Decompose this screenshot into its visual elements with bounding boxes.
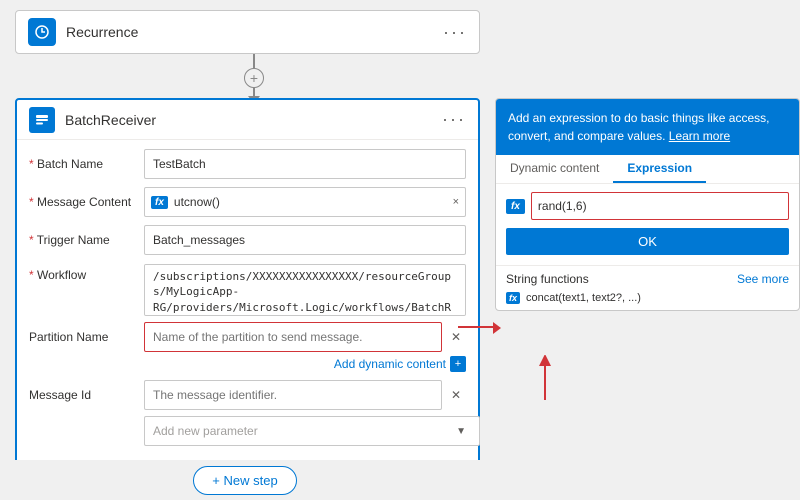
new-step-label: + New step: [212, 473, 277, 488]
arrow-head: [493, 322, 501, 334]
fx-value: utcnow(): [174, 195, 449, 209]
expression-panel-header: Add an expression to do basic things lik…: [496, 99, 799, 155]
expression-ok-button[interactable]: OK: [506, 228, 789, 255]
string-function-label[interactable]: concat(text1, text2?, ...): [526, 292, 641, 304]
add-dynamic-link[interactable]: Add dynamic content: [334, 357, 446, 371]
expression-header-text: Add an expression to do basic things lik…: [508, 111, 769, 143]
add-step-button[interactable]: +: [244, 68, 264, 88]
workflow-textarea[interactable]: /subscriptions/XXXXXXXXXXXXXXXX/resource…: [144, 264, 466, 316]
message-id-clear-button[interactable]: ✕: [446, 385, 466, 405]
partition-name-input[interactable]: [144, 322, 442, 352]
trigger-name-row: * Trigger Name: [29, 224, 466, 256]
message-content-label: * Message Content: [29, 195, 144, 209]
connector-line-bottom: [253, 88, 255, 96]
message-id-label: Message Id: [29, 388, 144, 402]
connector-line-top: [253, 54, 255, 68]
expression-panel: Add an expression to do basic things lik…: [495, 98, 800, 311]
partition-name-row: Partition Name ✕: [29, 322, 466, 352]
expression-fx-badge: fx: [506, 199, 525, 214]
add-dynamic-icon[interactable]: +: [450, 356, 466, 372]
recurrence-block: Recurrence ···: [15, 10, 480, 54]
recurrence-icon: [28, 18, 56, 46]
new-step-area: + New step: [0, 460, 490, 500]
partition-name-label: Partition Name: [29, 330, 144, 344]
message-id-row: Message Id ✕: [29, 380, 466, 410]
string-functions-more[interactable]: See more: [737, 272, 789, 286]
expression-input-row: fx: [496, 184, 799, 228]
tab-expression[interactable]: Expression: [613, 155, 706, 183]
workflow-row: * Workflow /subscriptions/XXXXXXXXXXXXXX…: [29, 262, 466, 316]
batch-name-row: * Batch Name: [29, 148, 466, 180]
string-functions-title: String functions: [506, 272, 589, 286]
batch-name-label: * Batch Name: [29, 157, 144, 171]
batch-title: BatchReceiver: [65, 112, 442, 128]
ok-to-input-arrow: [525, 355, 565, 405]
connector: +: [244, 54, 264, 104]
expression-input[interactable]: [531, 192, 789, 220]
string-fx-badge: fx: [506, 292, 520, 304]
batch-receiver-block: BatchReceiver ··· * Batch Name * Message…: [15, 98, 480, 464]
batch-header: BatchReceiver ···: [17, 100, 478, 140]
workflow-label: * Workflow: [29, 264, 144, 282]
batch-more-button[interactable]: ···: [442, 109, 466, 130]
new-step-button[interactable]: + New step: [193, 466, 296, 495]
batch-form: * Batch Name * Message Content fx utcnow…: [17, 140, 478, 462]
fx-close-button[interactable]: ×: [453, 196, 459, 208]
message-content-row: * Message Content fx utcnow() ×: [29, 186, 466, 218]
recurrence-title: Recurrence: [66, 24, 443, 40]
batch-icon: [29, 107, 55, 133]
tab-dynamic-content[interactable]: Dynamic content: [496, 155, 613, 183]
fx-badge: fx: [151, 196, 168, 209]
message-id-input[interactable]: [144, 380, 442, 410]
arrow-connector: [458, 326, 498, 328]
trigger-name-label: * Trigger Name: [29, 233, 144, 247]
add-param-row: Add new parameter ▼: [29, 416, 466, 446]
partition-clear-button[interactable]: ✕: [446, 327, 466, 347]
string-functions-header: String functions See more: [506, 272, 789, 286]
string-function-item: fx concat(text1, text2?, ...): [506, 290, 789, 306]
recurrence-more-button[interactable]: ···: [443, 22, 467, 43]
learn-more-link[interactable]: Learn more: [669, 129, 730, 143]
batch-name-input[interactable]: [144, 149, 466, 179]
add-dynamic-row: Add dynamic content +: [29, 354, 466, 376]
expression-tabs: Dynamic content Expression: [496, 155, 799, 184]
add-param-select[interactable]: Add new parameter: [144, 416, 480, 446]
message-content-fx-tag: fx utcnow() ×: [144, 187, 466, 217]
trigger-name-input[interactable]: [144, 225, 466, 255]
string-functions-section: String functions See more fx concat(text…: [496, 265, 799, 310]
